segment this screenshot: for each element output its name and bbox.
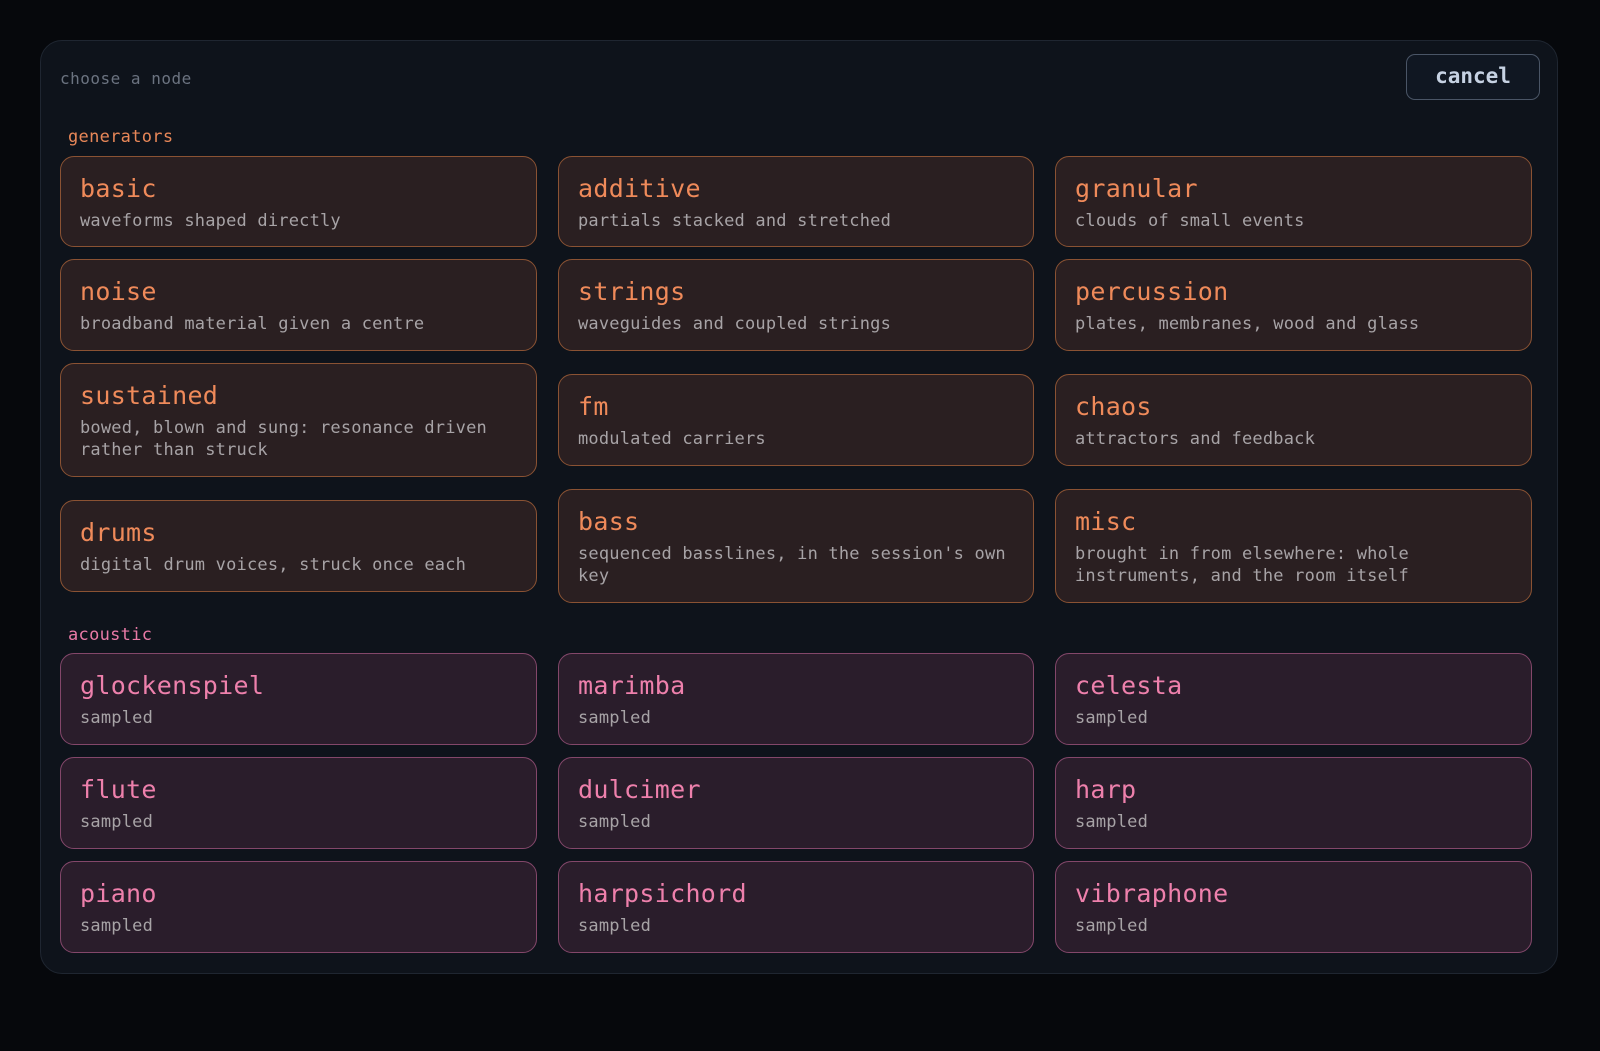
node-card-granular[interactable]: granular clouds of small events (1055, 156, 1532, 247)
node-card-harpsichord[interactable]: harpsichord sampled (558, 861, 1034, 953)
node-card-bass[interactable]: bass sequenced basslines, in the session… (558, 489, 1034, 603)
node-name: percussion (1075, 277, 1229, 306)
node-name: sustained (80, 381, 219, 410)
node-name: noise (80, 277, 157, 306)
node-name: drums (80, 518, 157, 547)
node-description: sampled (80, 916, 154, 936)
node-name: granular (1075, 174, 1198, 203)
node-card-marimba[interactable]: marimba sampled (558, 653, 1034, 745)
node-name: flute (80, 775, 157, 804)
node-name: bass (578, 507, 640, 536)
node-card-glockenspiel[interactable]: glockenspiel sampled (60, 653, 537, 745)
node-card-misc[interactable]: misc brought in from elsewhere: whole in… (1055, 489, 1532, 603)
node-description: plates, membranes, wood and glass (1075, 314, 1420, 334)
node-description: broadband material given a centre (80, 314, 425, 334)
node-card-vibraphone[interactable]: vibraphone sampled (1055, 861, 1532, 953)
node-description: bowed, blown and sung: resonance driven … (80, 418, 487, 460)
cancel-button[interactable]: cancel (1406, 54, 1540, 100)
node-name: additive (578, 174, 701, 203)
node-card-flute[interactable]: flute sampled (60, 757, 537, 849)
node-picker-dialog: choose a node cancel generators basic wa… (40, 40, 1558, 974)
node-description: attractors and feedback (1075, 429, 1316, 449)
node-name: strings (578, 277, 686, 306)
node-name: piano (80, 879, 157, 908)
node-name: dulcimer (578, 775, 701, 804)
node-description: modulated carriers (578, 429, 766, 449)
node-card-fm[interactable]: fm modulated carriers (558, 374, 1034, 466)
node-description: brought in from elsewhere: whole instrum… (1075, 544, 1409, 586)
node-description: sampled (1075, 708, 1149, 728)
node-name: fm (578, 392, 609, 421)
node-description: sequenced basslines, in the session's ow… (578, 544, 1006, 586)
node-name: misc (1075, 507, 1137, 536)
section-label-acoustic: acoustic (68, 625, 153, 645)
node-card-piano[interactable]: piano sampled (60, 861, 537, 953)
node-name: harp (1075, 775, 1137, 804)
node-description: waveforms shaped directly (80, 211, 341, 231)
section-label-generators: generators (68, 127, 174, 147)
node-description: sampled (578, 812, 652, 832)
node-description: waveguides and coupled strings (578, 314, 892, 334)
node-description: partials stacked and stretched (578, 211, 892, 231)
node-card-sustained[interactable]: sustained bowed, blown and sung: resonan… (60, 363, 537, 477)
node-name: glockenspiel (80, 671, 265, 700)
node-description: sampled (1075, 812, 1149, 832)
node-card-chaos[interactable]: chaos attractors and feedback (1055, 374, 1532, 466)
node-card-celesta[interactable]: celesta sampled (1055, 653, 1532, 745)
node-name: vibraphone (1075, 879, 1229, 908)
node-card-basic[interactable]: basic waveforms shaped directly (60, 156, 537, 247)
node-name: chaos (1075, 392, 1152, 421)
node-name: harpsichord (578, 879, 747, 908)
node-name: basic (80, 174, 157, 203)
node-name: marimba (578, 671, 686, 700)
node-card-drums[interactable]: drums digital drum voices, struck once e… (60, 500, 537, 592)
node-description: sampled (1075, 916, 1149, 936)
node-description: sampled (80, 708, 154, 728)
node-description: clouds of small events (1075, 211, 1305, 231)
node-card-harp[interactable]: harp sampled (1055, 757, 1532, 849)
node-card-strings[interactable]: strings waveguides and coupled strings (558, 259, 1034, 351)
node-description: digital drum voices, struck once each (80, 555, 467, 575)
node-description: sampled (578, 916, 652, 936)
node-description: sampled (578, 708, 652, 728)
node-description: sampled (80, 812, 154, 832)
node-card-noise[interactable]: noise broadband material given a centre (60, 259, 537, 351)
node-card-dulcimer[interactable]: dulcimer sampled (558, 757, 1034, 849)
node-card-percussion[interactable]: percussion plates, membranes, wood and g… (1055, 259, 1532, 351)
dialog-title: choose a node (60, 69, 192, 88)
node-name: celesta (1075, 671, 1183, 700)
node-card-additive[interactable]: additive partials stacked and stretched (558, 156, 1034, 247)
